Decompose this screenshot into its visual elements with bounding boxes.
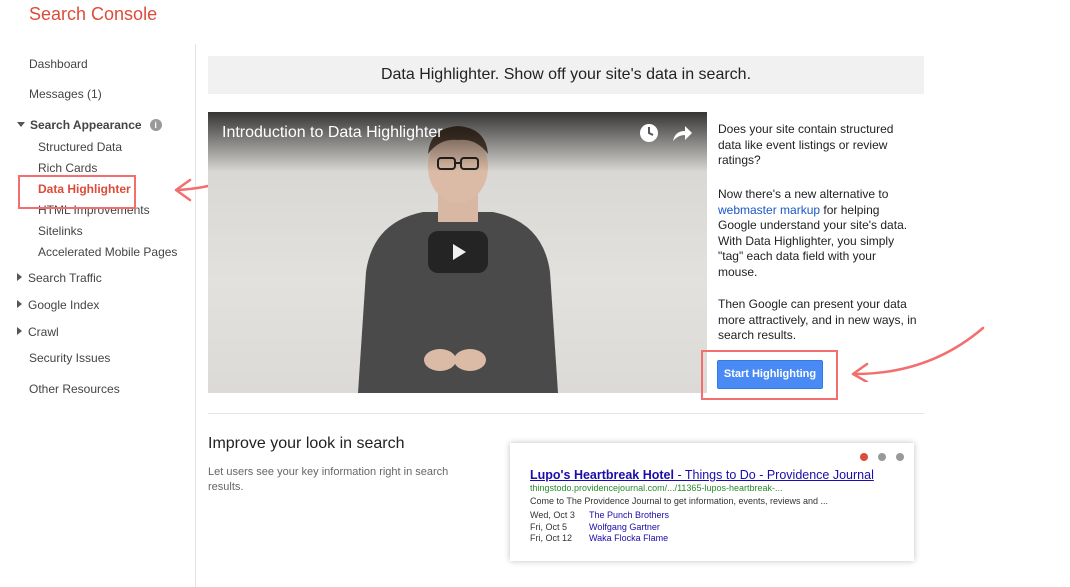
sidebar-item-security-issues[interactable]: Security Issues bbox=[29, 351, 110, 365]
sidebar-item-structured-data[interactable]: Structured Data bbox=[38, 140, 122, 154]
event-row: Fri, Oct 12 Waka Flocka Flame bbox=[530, 533, 668, 543]
chevron-right-icon bbox=[17, 300, 22, 308]
sidebar-item-rich-cards[interactable]: Rich Cards bbox=[38, 161, 97, 175]
play-button[interactable] bbox=[428, 231, 488, 273]
result-title-rest: - Things to Do - Providence Journal bbox=[673, 468, 874, 482]
event-date: Fri, Oct 12 bbox=[530, 533, 573, 543]
result-title-bold: Lupo's Heartbreak Hotel bbox=[530, 468, 674, 482]
sidebar-item-other-resources[interactable]: Other Resources bbox=[29, 382, 120, 396]
webmaster-markup-link[interactable]: webmaster markup bbox=[718, 203, 820, 217]
intro-paragraph-2: Now there's a new alternative to webmast… bbox=[718, 187, 918, 280]
annotation-arrow-icon bbox=[851, 326, 985, 382]
clock-icon[interactable] bbox=[639, 123, 659, 143]
search-result-example: Lupo's Heartbreak Hotel - Things to Do -… bbox=[510, 443, 914, 561]
sidebar-item-sitelinks[interactable]: Sitelinks bbox=[38, 224, 83, 238]
video-title[interactable]: Introduction to Data Highlighter bbox=[222, 124, 443, 142]
result-url: thingstodo.providencejournal.com/.../113… bbox=[530, 483, 783, 493]
sidebar-item-search-appearance[interactable]: Search Appearance i bbox=[17, 118, 162, 132]
event-date: Fri, Oct 5 bbox=[530, 522, 568, 532]
event-row: Wed, Oct 3 The Punch Brothers bbox=[530, 510, 669, 520]
carousel-dot[interactable] bbox=[896, 453, 904, 461]
carousel-dot-active[interactable] bbox=[860, 453, 868, 461]
chevron-down-icon bbox=[17, 122, 25, 127]
sidebar-item-dashboard[interactable]: Dashboard bbox=[29, 57, 88, 71]
chevron-right-icon bbox=[17, 273, 22, 281]
page-title-banner: Data Highlighter. Show off your site's d… bbox=[208, 56, 924, 94]
annotation-highlight-box bbox=[701, 350, 838, 400]
video-player[interactable]: Introduction to Data Highlighter bbox=[208, 112, 707, 393]
sidebar-item-amp[interactable]: Accelerated Mobile Pages bbox=[38, 245, 177, 259]
chevron-right-icon bbox=[17, 327, 22, 335]
carousel-dot[interactable] bbox=[878, 453, 886, 461]
section-divider bbox=[208, 413, 924, 414]
sidebar-item-label: Search Traffic bbox=[28, 271, 102, 285]
intro-paragraph-1: Does your site contain structured data l… bbox=[718, 122, 894, 167]
play-icon bbox=[453, 244, 466, 260]
share-icon[interactable] bbox=[671, 123, 693, 143]
intro-text: Now there's a new alternative to bbox=[718, 187, 889, 201]
sidebar-item-messages[interactable]: Messages (1) bbox=[29, 87, 102, 101]
sidebar-item-label: Search Appearance bbox=[30, 118, 142, 132]
video-title-bar bbox=[208, 112, 707, 172]
annotation-highlight-box bbox=[18, 175, 136, 209]
event-date: Wed, Oct 3 bbox=[530, 510, 575, 520]
sidebar-item-crawl[interactable]: Crawl bbox=[17, 325, 59, 339]
app-title[interactable]: Search Console bbox=[29, 4, 157, 25]
info-icon[interactable]: i bbox=[149, 119, 162, 131]
sidebar-item-label: Crawl bbox=[28, 325, 59, 339]
event-name[interactable]: The Punch Brothers bbox=[589, 510, 669, 520]
result-title-link[interactable]: Lupo's Heartbreak Hotel - Things to Do -… bbox=[530, 468, 874, 482]
improve-description: Let users see your key information right… bbox=[208, 466, 449, 493]
result-snippet: Come to The Providence Journal to get in… bbox=[530, 496, 828, 506]
improve-heading: Improve your look in search bbox=[208, 435, 405, 452]
sidebar-item-label: Google Index bbox=[28, 298, 100, 312]
event-row: Fri, Oct 5 Wolfgang Gartner bbox=[530, 522, 660, 532]
event-name[interactable]: Waka Flocka Flame bbox=[589, 533, 668, 543]
event-name[interactable]: Wolfgang Gartner bbox=[589, 522, 660, 532]
sidebar-item-google-index[interactable]: Google Index bbox=[17, 298, 99, 312]
sidebar-item-search-traffic[interactable]: Search Traffic bbox=[17, 271, 102, 285]
